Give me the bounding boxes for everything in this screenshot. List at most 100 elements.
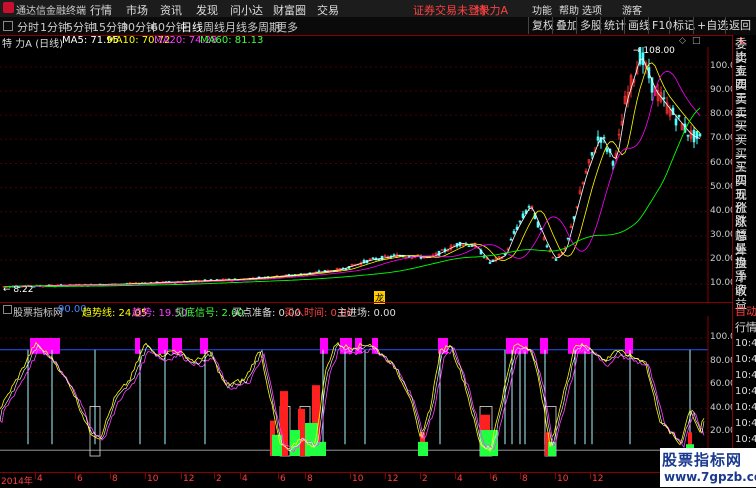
date-tick [145,473,146,479]
date-tick [278,473,279,479]
bottom-signal-bar [290,430,300,456]
candle-body [674,118,678,126]
ma10-line [3,62,701,288]
date-label: 6 [280,474,286,484]
bottom-signal-bar [418,441,428,456]
menu-item-ask[interactable]: 问小达 [230,2,263,18]
watermark-title: 股票指标网 [662,451,743,469]
candle-body [371,257,375,260]
bottom-signal-bar [305,422,318,456]
ma60-value: MA60: 81.13 [200,35,264,46]
current-stock: 特 力A [475,4,509,17]
tick-time: 10:4 [735,434,756,445]
menu-item-help[interactable]: 帮助 [559,2,579,17]
menu-item-options[interactable]: 选项 [582,2,602,17]
tick-time: 10:4 [735,354,756,365]
date-label: 6 [492,474,498,484]
date-tick [214,473,215,479]
indicator-menu-icon[interactable] [3,305,12,314]
app-title: 通达信金融终端 [16,6,86,17]
date-label: 8 [307,474,313,484]
date-tick [35,473,36,479]
candle-body [512,231,516,234]
toolbar-back-button[interactable]: 返回 [725,17,754,34]
top-signal-bar [540,338,548,354]
quote-side-panel: L 委比 卖五 卖四 卖三 卖二 卖一 买一 买二 买三 买四 买五 现价 涨跌 涨幅 总量 外盘 换手 净资 收益… [732,35,756,487]
ma20-line [3,70,701,288]
menu-item-wealth[interactable]: 财富圈 [273,2,306,18]
zoom-icon[interactable]: ◇ [679,36,686,46]
low-marker: ← 8.22 [3,285,34,295]
app-logo-icon [3,2,14,13]
candle-body [521,213,525,218]
menu-bar: 通达信金融终端 行情 市场 资讯 发现 问小达 财富圈 交易 证券交易未登录 特… [0,0,756,18]
menu-item-quotes[interactable]: 行情 [90,2,112,18]
ma5-line [4,58,701,287]
high-marker: → 108.00 [633,46,675,56]
date-label: 2014年 [1,477,33,487]
date-label: 6 [77,474,83,484]
tick-panel-label[interactable]: 自动 [735,305,756,318]
tick-time: 10:4 [735,338,756,349]
period-toolbar: 分时 1分钟 5分钟 15分钟 30分钟 60分钟 日线 周线 月线 多周期 更… [0,17,756,36]
candle-body [611,161,615,166]
candle-body [545,245,549,248]
menu-item-function[interactable]: 功能 [532,2,552,17]
watermark: 股票指标网 www.7gpzb.com [660,448,756,487]
high-value: 108.00 [643,46,675,56]
period-intraday[interactable]: 分时 [17,19,39,35]
date-tick [110,473,111,479]
period-5min[interactable]: 5分钟 [66,19,95,35]
watermark-url: www.7gpzb.com [664,470,756,484]
candle-body [662,97,666,100]
trend-curve [0,346,705,453]
low-value: 8.22 [13,285,34,295]
guest-label[interactable]: 游客 [622,2,642,17]
period-weekly[interactable]: 周线 [203,19,225,35]
candle-body [605,148,609,152]
menu-item-news[interactable]: 资讯 [160,2,182,18]
collapse-icon[interactable]: □ [692,36,701,46]
candle-body [677,114,681,118]
candle-body [590,152,594,156]
date-tick [385,473,386,479]
candle-body [566,237,570,240]
tick-time: 10:4 [735,386,756,397]
date-tick [350,473,351,479]
date-tick [181,473,182,479]
indicator-chart[interactable] [0,316,732,472]
top-signal-bar [200,338,208,354]
date-tick [590,473,591,479]
candle-body [518,220,522,223]
date-label: 2 [422,474,428,484]
date-tick [455,473,456,479]
candle-body [602,137,606,139]
tick-time: 10:4 [735,418,756,429]
candle-body [509,238,513,241]
kline-chart[interactable] [0,47,732,302]
candle-body [470,245,474,247]
period-daily[interactable]: 日线 [181,19,203,35]
candle-body [488,262,492,264]
menu-item-trade[interactable]: 交易 [317,2,339,18]
menu-item-market[interactable]: 市场 [126,2,148,18]
period-more[interactable]: 更多 [276,19,298,35]
candle-body [698,133,702,137]
date-label: 12 [592,474,604,484]
grid-icon[interactable] [3,21,13,31]
candle-body [596,136,600,141]
bottom-signal-bar [318,441,326,456]
menu-item-discover[interactable]: 发现 [196,2,218,18]
top-signal-bar [320,338,328,354]
candle-body [554,258,558,261]
candle-body [686,134,690,137]
candle-body [467,245,471,247]
date-label: 4 [242,474,248,484]
candle-body [491,259,495,262]
period-monthly[interactable]: 月线 [225,19,247,35]
period-1min[interactable]: 1分钟 [40,19,69,35]
date-label: 12 [387,474,399,484]
date-label: 2 [216,474,222,484]
bottom-signal-bar [480,430,498,456]
candle-body [392,254,396,257]
